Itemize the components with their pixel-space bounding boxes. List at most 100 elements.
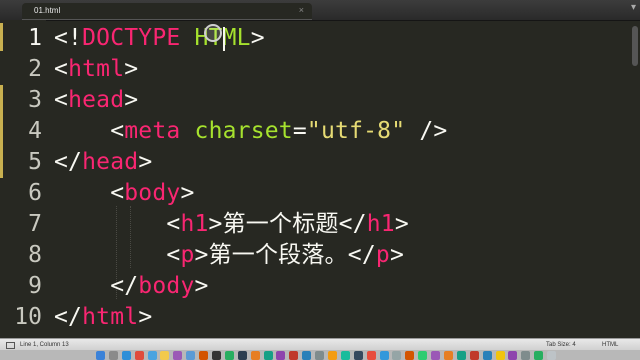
line-number: 1 [28, 25, 42, 51]
panel-toggle-icon[interactable] [6, 342, 15, 349]
code-token: > [208, 211, 223, 237]
line-number: 8 [28, 242, 42, 268]
code-token: > [180, 180, 195, 206]
code-token: <! [54, 25, 83, 51]
code-line[interactable]: 5 </head> [0, 147, 640, 178]
app-icon[interactable] [392, 351, 402, 360]
code-token: DOCTYPE [82, 25, 181, 51]
app-icon[interactable] [315, 351, 325, 360]
code-line[interactable]: 6 <body> [0, 178, 640, 209]
code-line[interactable]: 4 <meta charset="utf-8" /> [0, 116, 640, 147]
app-icon[interactable] [431, 351, 441, 360]
text-cursor [223, 27, 225, 51]
code-token: </ [54, 304, 83, 330]
code-token: > [394, 211, 409, 237]
code-token: > [389, 242, 404, 268]
tab-label: 01.html [34, 6, 61, 15]
app-icon[interactable] [444, 351, 453, 360]
app-icon[interactable] [418, 351, 428, 360]
code-token: < [54, 180, 125, 206]
code-token: < [54, 242, 181, 268]
code-line[interactable]: 1 <!DOCTYPE HTML> [0, 23, 640, 54]
line-number: 7 [28, 211, 42, 237]
app-icon[interactable] [173, 351, 183, 360]
mouse-pointer-icon [204, 24, 222, 42]
app-icon[interactable] [237, 351, 247, 360]
trash-icon[interactable] [547, 351, 557, 360]
code-token: /> [405, 118, 448, 144]
app-icon[interactable] [469, 351, 479, 360]
code-token: meta [124, 118, 181, 144]
code-token: charset [194, 118, 293, 144]
mail-icon[interactable] [147, 351, 157, 360]
code-token: </ [347, 242, 376, 268]
syntax-selector[interactable]: HTML [602, 342, 618, 348]
app-icon[interactable] [521, 351, 531, 360]
code-line[interactable]: 2 <html> [0, 54, 640, 85]
code-token: html [82, 304, 139, 330]
code-token: body [138, 273, 195, 299]
app-icon[interactable] [534, 351, 544, 360]
app-icon[interactable] [276, 351, 286, 360]
terminal-icon[interactable] [212, 351, 221, 360]
tab-01-html[interactable]: 01.html × [22, 3, 312, 20]
notes-icon[interactable] [160, 351, 170, 360]
app-icon[interactable] [495, 351, 505, 360]
code-text: <body> [54, 178, 195, 209]
finder-icon[interactable] [96, 351, 105, 360]
code-token: > [194, 273, 209, 299]
launchpad-icon[interactable] [108, 351, 118, 360]
chrome-icon[interactable] [134, 351, 144, 360]
app-icon[interactable] [366, 351, 376, 360]
code-line[interactable]: 7 <h1>第一个标题</h1> [0, 209, 640, 240]
code-token: > [124, 56, 139, 82]
code-token: < [54, 56, 69, 82]
dock [0, 350, 640, 360]
app-icon[interactable] [328, 351, 337, 360]
code-editor[interactable]: 1<!DOCTYPE HTML>2<html>3<head>4 <meta ch… [0, 20, 640, 338]
safari-icon[interactable] [121, 351, 131, 360]
code-token: </ [54, 273, 139, 299]
code-token: body [124, 180, 181, 206]
chevron-down-icon[interactable]: ▾ [631, 2, 636, 13]
code-line[interactable]: 3 <head> [0, 85, 640, 116]
code-token: h1 [366, 211, 395, 237]
app-icon[interactable] [482, 351, 492, 360]
app-icon[interactable] [199, 351, 209, 360]
code-line[interactable]: 10 </html> [0, 302, 640, 333]
app-icon[interactable] [186, 351, 196, 360]
code-token: p [375, 242, 390, 268]
app-icon[interactable] [456, 351, 466, 360]
code-token: head [82, 149, 139, 175]
code-token: 第一个标题 [222, 211, 339, 237]
code-text: <html> [54, 54, 138, 85]
code-token: < [54, 118, 125, 144]
code-token: p [180, 242, 195, 268]
code-token: > [124, 87, 139, 113]
app-icon[interactable] [263, 351, 273, 360]
app-icon[interactable] [302, 351, 312, 360]
code-line[interactable]: 8 <p>第一个段落。</p> [0, 240, 640, 271]
line-number: 6 [28, 180, 42, 206]
app-icon[interactable] [289, 351, 299, 360]
app-icon[interactable] [250, 351, 260, 360]
code-token: </ [54, 149, 83, 175]
code-token: "utf-8" [306, 118, 406, 144]
tab-size-selector[interactable]: Tab Size: 4 [546, 342, 576, 348]
line-number: 3 [28, 87, 42, 113]
app-icon[interactable] [405, 351, 415, 360]
app-icon[interactable] [224, 351, 234, 360]
app-icon[interactable] [379, 351, 389, 360]
app-icon[interactable] [508, 351, 518, 360]
line-number: 4 [28, 118, 42, 144]
code-text: <head> [54, 85, 138, 116]
app-icon[interactable] [340, 351, 350, 360]
code-token: 第一个段落。 [208, 242, 348, 268]
code-line[interactable]: 9 </body> [0, 271, 640, 302]
close-icon[interactable]: × [299, 5, 304, 15]
code-token: < [54, 211, 181, 237]
code-token: h1 [180, 211, 209, 237]
app-icon[interactable] [353, 351, 363, 360]
